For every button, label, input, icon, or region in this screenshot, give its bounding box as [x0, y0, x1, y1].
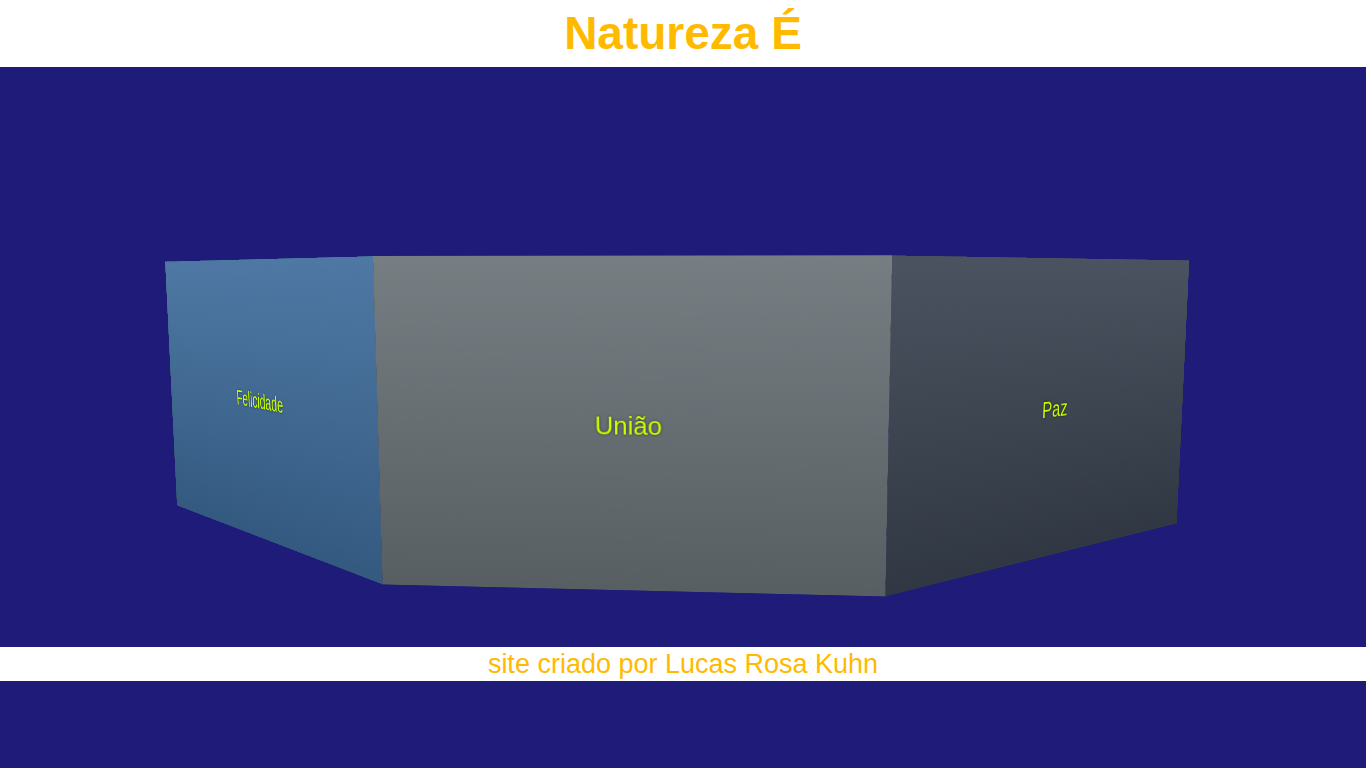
card-caption: União [586, 406, 669, 445]
carousel-card[interactable]: União [372, 255, 891, 596]
carousel-card[interactable] [798, 268, 988, 413]
carousel-card[interactable] [609, 269, 800, 395]
carousel-card[interactable]: Felicidade [165, 256, 383, 585]
carousel-card[interactable]: Paz [885, 255, 1189, 596]
page: Natureza É União Paz Felicidade site criado … [0, 0, 1366, 768]
card-caption: Paz [1037, 390, 1072, 428]
carousel[interactable]: UniãoPazFelicidade [545, 265, 824, 449]
footer-credit: site criado por Lucas Rosa Kuhn [488, 648, 878, 680]
header: Natureza É [0, 0, 1366, 67]
site-title: Natureza É [564, 6, 802, 61]
card-caption: Felicidade [233, 381, 287, 423]
carousel-stage: União Paz Felicidade [0, 67, 1366, 647]
footer: site criado por Lucas Rosa Kuhn [0, 647, 1366, 681]
carousel-card[interactable] [419, 268, 610, 407]
